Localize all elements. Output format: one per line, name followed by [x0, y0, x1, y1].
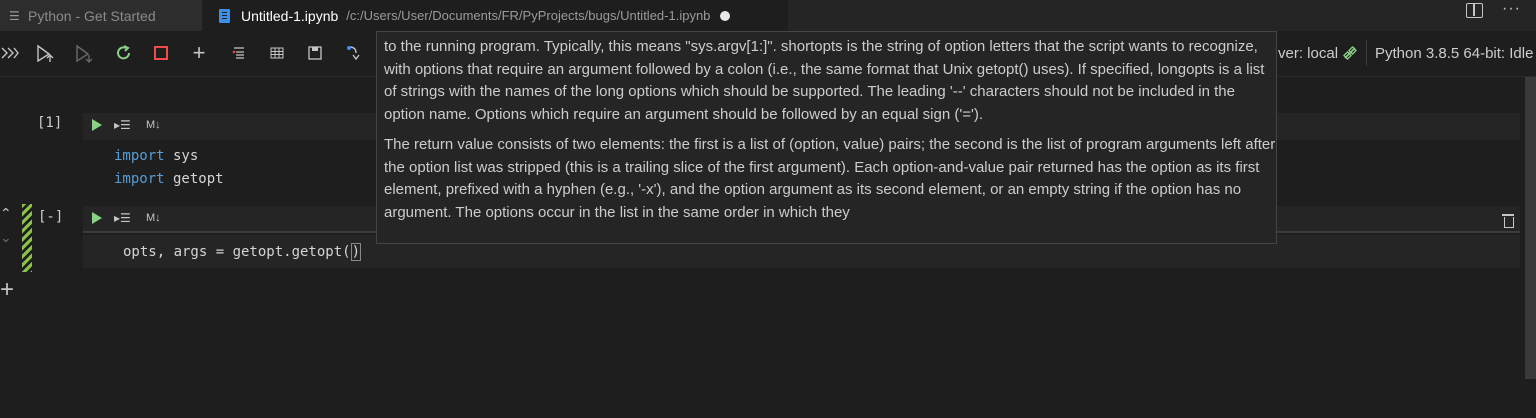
markdown-toggle[interactable]: M↓ — [146, 212, 161, 224]
tooltip-paragraph: The return value consists of two element… — [384, 136, 1276, 221]
list-icon: ☰ — [9, 8, 20, 23]
run-all-icon[interactable] — [0, 42, 20, 64]
code-line: import sys — [114, 148, 199, 164]
cell-1-execution-count: [1] — [37, 115, 63, 131]
connected-plug-icon[interactable] — [1340, 42, 1360, 64]
run-cell-icon[interactable] — [92, 119, 102, 131]
export-icon[interactable] — [344, 42, 362, 64]
interrupt-kernel-icon[interactable] — [152, 42, 170, 64]
cell-2-execution-count: [-] — [38, 209, 64, 225]
run-above-icon[interactable] — [34, 42, 58, 64]
vscode-window: ☰ Python - Get Started Untitled-1.ipynb … — [0, 0, 1536, 418]
jupyter-server-label[interactable]: ver: local — [1278, 45, 1338, 62]
notebook-file-icon — [219, 8, 230, 23]
code-line: opts, args = getopt.getopt() — [123, 243, 362, 261]
delete-cell-icon[interactable] — [1502, 213, 1514, 228]
split-editor-icon[interactable] — [1466, 3, 1483, 18]
run-by-line-icon[interactable]: ▸☰ — [114, 118, 131, 132]
markdown-toggle[interactable]: M↓ — [146, 119, 161, 131]
run-below-icon[interactable] — [73, 42, 97, 64]
cell-running-indicator — [22, 204, 32, 272]
tab-untitled-notebook[interactable]: Untitled-1.ipynb /c:/Users/User/Document… — [202, 0, 788, 31]
add-cell-icon[interactable]: + — [189, 40, 209, 65]
move-cell-down-icon[interactable]: ⌃ — [0, 228, 12, 245]
clear-outputs-icon[interactable] — [230, 42, 248, 64]
tab-path: /c:/Users/User/Documents/FR/PyProjects/b… — [346, 8, 711, 23]
move-cell-up-icon[interactable]: ⌃ — [0, 205, 12, 222]
run-cell-icon[interactable] — [92, 212, 102, 224]
run-by-line-icon[interactable]: ▸☰ — [114, 211, 131, 225]
tab-label: Python - Get Started — [28, 7, 156, 24]
tab-bar: ☰ Python - Get Started Untitled-1.ipynb … — [0, 0, 1536, 31]
vertical-scrollbar[interactable] — [1525, 77, 1536, 379]
hover-documentation-tooltip: to the running program. Typically, this … — [376, 31, 1277, 244]
save-icon[interactable] — [306, 42, 324, 64]
kernel-selector[interactable]: Python 3.8.5 64-bit: Idle — [1375, 45, 1533, 62]
toolbar-separator — [1366, 40, 1367, 66]
tooltip-paragraph: to the running program. Typically, this … — [384, 38, 1265, 123]
add-cell-below-icon[interactable]: + — [0, 276, 14, 304]
variables-icon[interactable] — [268, 42, 286, 64]
more-actions-icon[interactable]: ··· — [1502, 0, 1521, 20]
restart-kernel-icon[interactable] — [114, 42, 134, 64]
tab-label: Untitled-1.ipynb — [241, 7, 339, 24]
unsaved-dot-icon[interactable] — [720, 10, 731, 21]
code-line: import getopt — [114, 171, 224, 187]
tab-python-get-started[interactable]: ☰ Python - Get Started — [0, 0, 202, 31]
